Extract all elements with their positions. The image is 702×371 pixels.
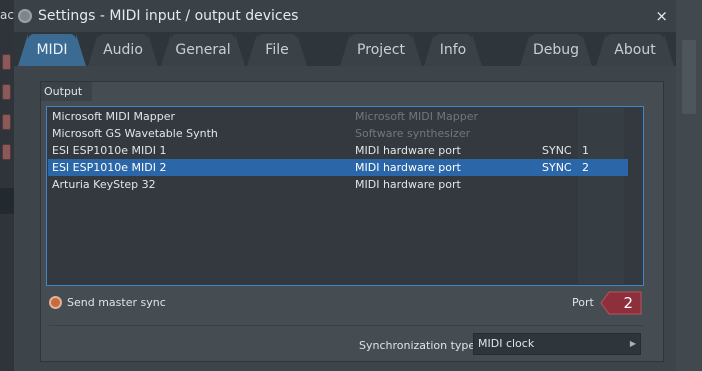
port-label: Port bbox=[572, 296, 594, 309]
background-app-right-panel bbox=[676, 0, 702, 371]
background-app-panel: ac bbox=[0, 0, 14, 371]
tab-project[interactable]: Project bbox=[340, 34, 422, 66]
tab-audio[interactable]: Audio bbox=[88, 34, 158, 66]
settings-app-icon bbox=[18, 9, 32, 23]
output-device-list[interactable]: Microsoft MIDI Mapper Microsoft MIDI Map… bbox=[46, 106, 644, 286]
close-button[interactable]: × bbox=[655, 7, 668, 25]
device-row[interactable]: Arturia KeyStep 32 MIDI hardware port bbox=[48, 176, 628, 193]
background-app-scrollbar bbox=[682, 40, 696, 114]
tab-about[interactable]: About bbox=[596, 34, 674, 66]
tab-file[interactable]: File bbox=[247, 34, 307, 66]
device-sync: SYNC bbox=[542, 161, 572, 174]
background-app-button bbox=[2, 144, 11, 160]
background-app-title-fragment: ac bbox=[0, 8, 14, 22]
title-bar[interactable]: Settings - MIDI input / output devices × bbox=[14, 0, 676, 32]
device-sync: SYNC bbox=[542, 144, 572, 157]
device-type: MIDI hardware port bbox=[355, 144, 461, 157]
chevron-right-icon: ▶ bbox=[629, 339, 636, 348]
device-name: ESI ESP1010e MIDI 1 bbox=[52, 144, 167, 157]
device-row-selected[interactable]: ESI ESP1010e MIDI 2 MIDI hardware port S… bbox=[48, 159, 628, 176]
send-master-sync-label: Send master sync bbox=[67, 296, 166, 309]
device-row[interactable]: Microsoft MIDI Mapper Microsoft MIDI Map… bbox=[48, 108, 628, 125]
device-row[interactable]: ESI ESP1010e MIDI 1 MIDI hardware port S… bbox=[48, 142, 628, 159]
background-app-button bbox=[2, 114, 11, 130]
tab-debug[interactable]: Debug bbox=[520, 34, 592, 66]
send-master-sync-radio[interactable] bbox=[49, 296, 62, 309]
sync-type-select[interactable]: MIDI clock ▶ bbox=[473, 333, 641, 355]
background-app-button bbox=[2, 84, 11, 100]
background-app-button bbox=[2, 54, 11, 70]
output-section-label: Output bbox=[41, 82, 93, 101]
divider bbox=[49, 325, 643, 326]
sync-type-label: Synchronization type bbox=[359, 339, 476, 352]
settings-dialog: Settings - MIDI input / output devices ×… bbox=[14, 0, 676, 371]
device-port: 2 bbox=[582, 161, 589, 174]
port-value: 2 bbox=[623, 294, 633, 312]
background-app-strip bbox=[0, 188, 14, 214]
device-name: ESI ESP1010e MIDI 2 bbox=[52, 161, 167, 174]
send-master-sync-option[interactable]: Send master sync bbox=[49, 296, 166, 309]
device-type: MIDI hardware port bbox=[355, 178, 461, 191]
device-type: Microsoft MIDI Mapper bbox=[355, 110, 478, 123]
output-panel: Output Microsoft MIDI Mapper Microsoft M… bbox=[40, 81, 664, 362]
port-selector[interactable]: 2 bbox=[600, 291, 642, 315]
device-type: MIDI hardware port bbox=[355, 161, 461, 174]
device-port: 1 bbox=[582, 144, 589, 157]
tab-bar: MIDI Audio General File Project Info Deb… bbox=[14, 32, 676, 66]
window-title: Settings - MIDI input / output devices bbox=[38, 8, 299, 24]
device-name: Microsoft MIDI Mapper bbox=[52, 110, 175, 123]
device-name: Microsoft GS Wavetable Synth bbox=[52, 127, 218, 140]
device-type: Software synthesizer bbox=[355, 127, 471, 140]
tab-midi[interactable]: MIDI bbox=[18, 34, 86, 66]
device-name: Arturia KeyStep 32 bbox=[52, 178, 156, 191]
tab-general[interactable]: General bbox=[161, 34, 245, 66]
port-badge-shape bbox=[600, 291, 642, 315]
tab-info[interactable]: Info bbox=[424, 34, 482, 66]
sync-type-value: MIDI clock bbox=[478, 337, 535, 350]
device-row[interactable]: Microsoft GS Wavetable Synth Software sy… bbox=[48, 125, 628, 142]
